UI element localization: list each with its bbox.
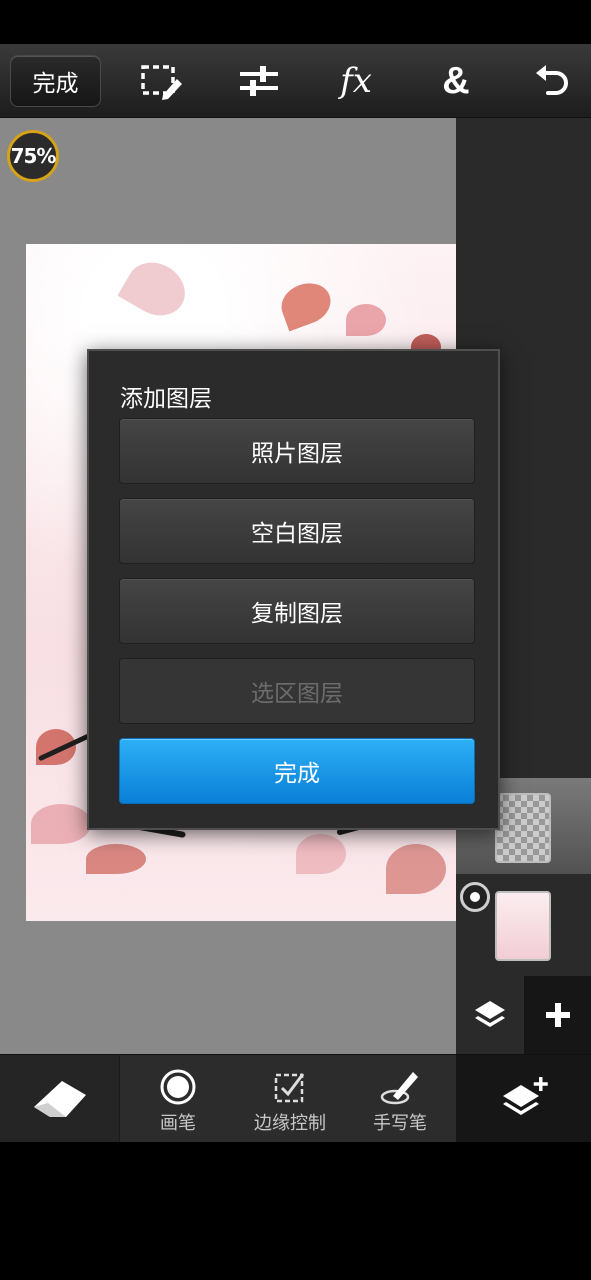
blossom — [86, 844, 146, 874]
edge-control-label: 边缘控制 — [254, 1113, 326, 1134]
layer-visibility-radio[interactable] — [460, 882, 490, 912]
fx-icon[interactable]: fx — [331, 56, 381, 106]
blossom — [275, 276, 337, 332]
top-toolbar: 完成 fx & — [0, 44, 591, 118]
selection-icon[interactable] — [137, 56, 187, 106]
blossom — [31, 804, 91, 844]
blossom — [386, 844, 446, 894]
selection-layer-button: 选区图层 — [119, 658, 475, 724]
dialog-done-button[interactable]: 完成 — [119, 738, 475, 804]
blossom — [346, 304, 386, 336]
adjustments-icon[interactable] — [234, 56, 284, 106]
duplicate-layer-button[interactable]: 复制图层 — [119, 578, 475, 644]
blank-layer-button[interactable]: 空白图层 — [119, 498, 475, 564]
add-layer-dialog: 添加图层 照片图层 空白图层 复制图层 选区图层 完成 — [87, 349, 500, 830]
navigation-area — [0, 1142, 591, 1280]
status-bar — [0, 0, 591, 44]
blend-icon[interactable]: & — [431, 56, 481, 106]
photo-layer-button[interactable]: 照片图层 — [119, 418, 475, 484]
add-icon[interactable] — [524, 976, 591, 1054]
zoom-indicator: 75% — [7, 130, 59, 182]
undo-icon[interactable] — [528, 56, 578, 106]
layer-thumbnail-photo[interactable] — [495, 891, 551, 961]
bottom-toolbar: 画笔 边缘控制 手写笔 — [0, 1054, 591, 1143]
layers-add-icon[interactable] — [456, 1055, 591, 1143]
eraser-icon[interactable] — [0, 1055, 120, 1143]
edge-control-tool[interactable]: 边缘控制 — [234, 1055, 346, 1143]
blossom — [117, 252, 195, 326]
layer-thumbnail-top[interactable] — [495, 793, 551, 863]
brush-icon — [122, 1067, 234, 1107]
edge-control-icon — [234, 1067, 346, 1107]
brush-label: 画笔 — [160, 1113, 196, 1134]
dialog-title: 添加图层 — [120, 386, 212, 412]
stylus-tool[interactable]: 手写笔 — [344, 1055, 456, 1143]
done-button[interactable]: 完成 — [10, 55, 101, 107]
brush-tool[interactable]: 画笔 — [122, 1055, 234, 1143]
blossom — [296, 834, 346, 874]
layers-icon[interactable] — [456, 976, 524, 1054]
stylus-label: 手写笔 — [373, 1113, 427, 1134]
stylus-icon — [344, 1067, 456, 1107]
